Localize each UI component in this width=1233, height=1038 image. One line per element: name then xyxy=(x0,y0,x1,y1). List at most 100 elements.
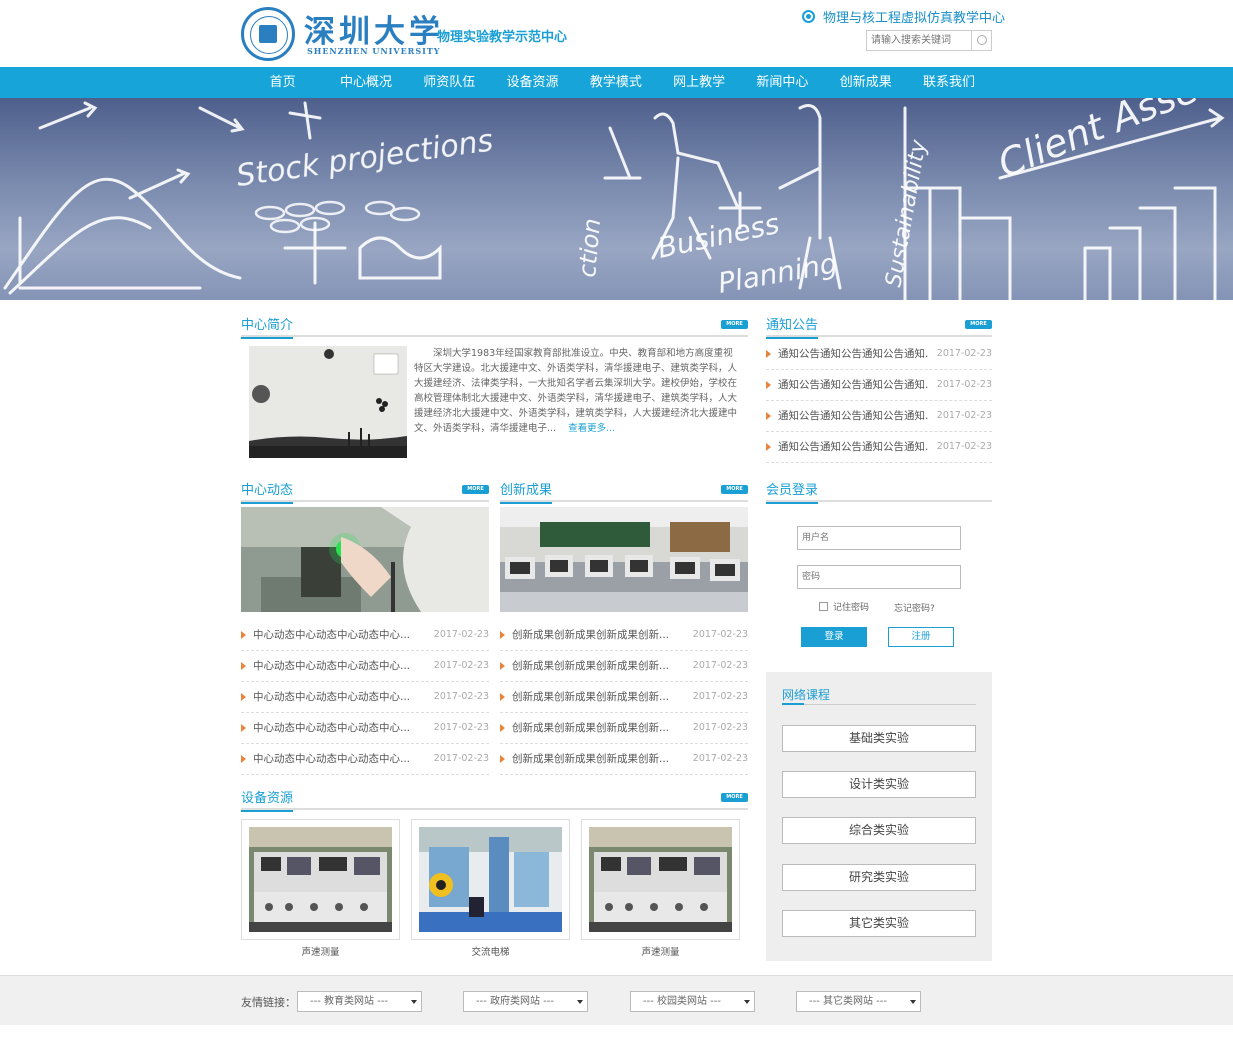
notice-item-title[interactable]: 通知公告通知公告通知公告通知... xyxy=(778,339,928,369)
nav-item-achievements[interactable]: 创新成果 xyxy=(824,67,907,98)
achievements-item-title[interactable]: 创新成果创新成果创新成果创新... xyxy=(512,651,672,681)
logo-chinese-name[interactable]: 深圳大学 xyxy=(304,6,444,51)
chevron-down-icon xyxy=(411,1000,417,1004)
notice-item-date: 2017-02-23 xyxy=(936,441,992,452)
courses-panel: 网络课程 基础类实验 设计类实验 综合类实验 研究类实验 其它类实验 xyxy=(766,672,992,961)
nav-item-overview[interactable]: 中心概况 xyxy=(324,67,407,98)
banner-text-planning: Planning xyxy=(715,246,840,299)
courses-divider xyxy=(782,703,976,705)
dynamics-item-title[interactable]: 中心动态中心动态中心动态中心... xyxy=(253,651,413,681)
search-input[interactable] xyxy=(867,31,971,50)
dynamics-photo[interactable] xyxy=(241,507,489,612)
nav-item-faculty[interactable]: 师资队伍 xyxy=(408,67,491,98)
register-button[interactable]: 注册 xyxy=(888,627,954,647)
nav-item-teaching-mode[interactable]: 教学模式 xyxy=(574,67,657,98)
equipment-caption[interactable]: 交流电梯 xyxy=(411,944,570,958)
notice-more-button[interactable]: MORE xyxy=(965,320,992,329)
list-item[interactable]: 创新成果创新成果创新成果创新... 2017-02-23 xyxy=(500,682,748,713)
dynamics-item-title[interactable]: 中心动态中心动态中心动态中心... xyxy=(253,682,413,712)
friendly-links-label: 友情链接： xyxy=(241,996,296,1009)
education-sites-select[interactable]: --- 教育类网站 --- xyxy=(297,991,422,1012)
government-sites-select[interactable]: --- 政府类网站 --- xyxy=(463,991,588,1012)
achievements-item-title[interactable]: 创新成果创新成果创新成果创新... xyxy=(512,713,672,743)
list-item[interactable]: 中心动态中心动态中心动态中心... 2017-02-23 xyxy=(241,713,489,744)
virtual-sim-link-label: 物理与核工程虚拟仿真教学中心 xyxy=(823,11,1006,26)
notice-item-title[interactable]: 通知公告通知公告通知公告通知... xyxy=(778,370,928,400)
other-sites-select[interactable]: --- 其它类网站 --- xyxy=(796,991,921,1012)
equipment-caption[interactable]: 声速测量 xyxy=(241,944,400,958)
nav-item-news[interactable]: 新闻中心 xyxy=(741,67,824,98)
dynamics-more-button[interactable]: MORE xyxy=(462,485,489,494)
list-item[interactable]: 中心动态中心动态中心动态中心... 2017-02-23 xyxy=(241,682,489,713)
remember-checkbox[interactable] xyxy=(819,602,828,611)
achievements-more-button[interactable]: MORE xyxy=(721,485,748,494)
campus-sites-select[interactable]: --- 校园类网站 --- xyxy=(630,991,755,1012)
equipment-card[interactable] xyxy=(581,819,740,940)
achievements-item-date: 2017-02-23 xyxy=(692,691,748,702)
dynamics-item-title[interactable]: 中心动态中心动态中心动态中心... xyxy=(253,620,413,650)
list-item[interactable]: 通知公告通知公告通知公告通知... 2017-02-23 xyxy=(766,401,992,432)
chevron-down-icon xyxy=(910,1000,916,1004)
intro-section-header: 中心简介 MORE xyxy=(241,317,748,339)
nav-item-equipment[interactable]: 设备资源 xyxy=(491,67,574,98)
list-item[interactable]: 创新成果创新成果创新成果创新... 2017-02-23 xyxy=(500,744,748,775)
achievements-photo[interactable] xyxy=(500,507,748,612)
equipment-card[interactable] xyxy=(241,819,400,940)
footer-links-bar: 友情链接： --- 教育类网站 --- --- 政府类网站 --- --- 校园… xyxy=(0,975,1233,1025)
achievements-item-title[interactable]: 创新成果创新成果创新成果创新... xyxy=(512,682,672,712)
notice-item-title[interactable]: 通知公告通知公告通知公告通知... xyxy=(778,432,928,462)
course-button-other[interactable]: 其它类实验 xyxy=(782,910,976,937)
course-button-research[interactable]: 研究类实验 xyxy=(782,864,976,891)
header: 深圳大学 SHENZHEN UNIVERSITY 物理实验教学示范中心 物理与核… xyxy=(0,0,1233,67)
dynamics-item-date: 2017-02-23 xyxy=(433,629,489,640)
list-item[interactable]: 中心动态中心动态中心动态中心... 2017-02-23 xyxy=(241,651,489,682)
nav-item-contact[interactable]: 联系我们 xyxy=(907,67,990,98)
list-item[interactable]: 中心动态中心动态中心动态中心... 2017-02-23 xyxy=(241,744,489,775)
equipment-more-button[interactable]: MORE xyxy=(721,793,748,802)
search-box xyxy=(866,30,992,51)
chevron-down-icon xyxy=(744,1000,750,1004)
list-item[interactable]: 创新成果创新成果创新成果创新... 2017-02-23 xyxy=(500,651,748,682)
banner-text-stock: Stock projections xyxy=(234,123,495,194)
list-item[interactable]: 创新成果创新成果创新成果创新... 2017-02-23 xyxy=(500,713,748,744)
nav-item-home[interactable]: 首页 xyxy=(241,67,324,98)
university-seal-logo[interactable] xyxy=(241,7,295,61)
nav-item-online-teaching[interactable]: 网上教学 xyxy=(657,67,740,98)
notice-list: 通知公告通知公告通知公告通知... 2017-02-23 通知公告通知公告通知公告… xyxy=(766,339,992,463)
course-button-basic[interactable]: 基础类实验 xyxy=(782,725,976,752)
intro-image xyxy=(249,346,407,458)
equipment-caption[interactable]: 声速测量 xyxy=(581,944,740,958)
list-item[interactable]: 通知公告通知公告通知公告通知... 2017-02-23 xyxy=(766,339,992,370)
intro-read-more-link[interactable]: 查看更多... xyxy=(568,423,615,434)
dynamics-section-title: 中心动态 xyxy=(241,483,294,504)
equipment-card[interactable] xyxy=(411,819,570,940)
achievements-section-header: 创新成果 MORE xyxy=(500,482,748,504)
list-item[interactable]: 通知公告通知公告通知公告通知... 2017-02-23 xyxy=(766,432,992,463)
notice-item-title[interactable]: 通知公告通知公告通知公告通知... xyxy=(778,401,928,431)
course-button-comprehensive[interactable]: 综合类实验 xyxy=(782,817,976,844)
intro-more-button[interactable]: MORE xyxy=(721,320,748,329)
password-field[interactable] xyxy=(797,565,961,589)
logo-english-name: SHENZHEN UNIVERSITY xyxy=(307,46,441,56)
achievements-list: 创新成果创新成果创新成果创新... 2017-02-23 创新成果创新成果创新成果… xyxy=(500,620,748,775)
equipment-section-header: 设备资源 MORE xyxy=(241,790,748,812)
list-item[interactable]: 中心动态中心动态中心动态中心... 2017-02-23 xyxy=(241,620,489,651)
forgot-password-link[interactable]: 忘记密码? xyxy=(894,601,935,614)
course-button-design[interactable]: 设计类实验 xyxy=(782,771,976,798)
search-icon[interactable] xyxy=(971,31,991,50)
list-item[interactable]: 创新成果创新成果创新成果创新... 2017-02-23 xyxy=(500,620,748,651)
list-item[interactable]: 通知公告通知公告通知公告通知... 2017-02-23 xyxy=(766,370,992,401)
notice-item-date: 2017-02-23 xyxy=(936,379,992,390)
dynamics-item-date: 2017-02-23 xyxy=(433,660,489,671)
dynamics-item-title[interactable]: 中心动态中心动态中心动态中心... xyxy=(253,744,413,774)
virtual-sim-link[interactable]: 物理与核工程虚拟仿真教学中心 xyxy=(802,7,1005,26)
login-button[interactable]: 登录 xyxy=(801,627,867,647)
username-field[interactable] xyxy=(797,526,961,550)
notice-item-date: 2017-02-23 xyxy=(936,410,992,421)
achievements-item-title[interactable]: 创新成果创新成果创新成果创新... xyxy=(512,744,672,774)
achievements-item-date: 2017-02-23 xyxy=(692,722,748,733)
dynamics-item-title[interactable]: 中心动态中心动态中心动态中心... xyxy=(253,713,413,743)
achievements-item-title[interactable]: 创新成果创新成果创新成果创新... xyxy=(512,620,672,650)
campus-sites-select-value: --- 校园类网站 --- xyxy=(643,996,722,1007)
remember-password[interactable]: 记住密码 xyxy=(819,600,869,613)
